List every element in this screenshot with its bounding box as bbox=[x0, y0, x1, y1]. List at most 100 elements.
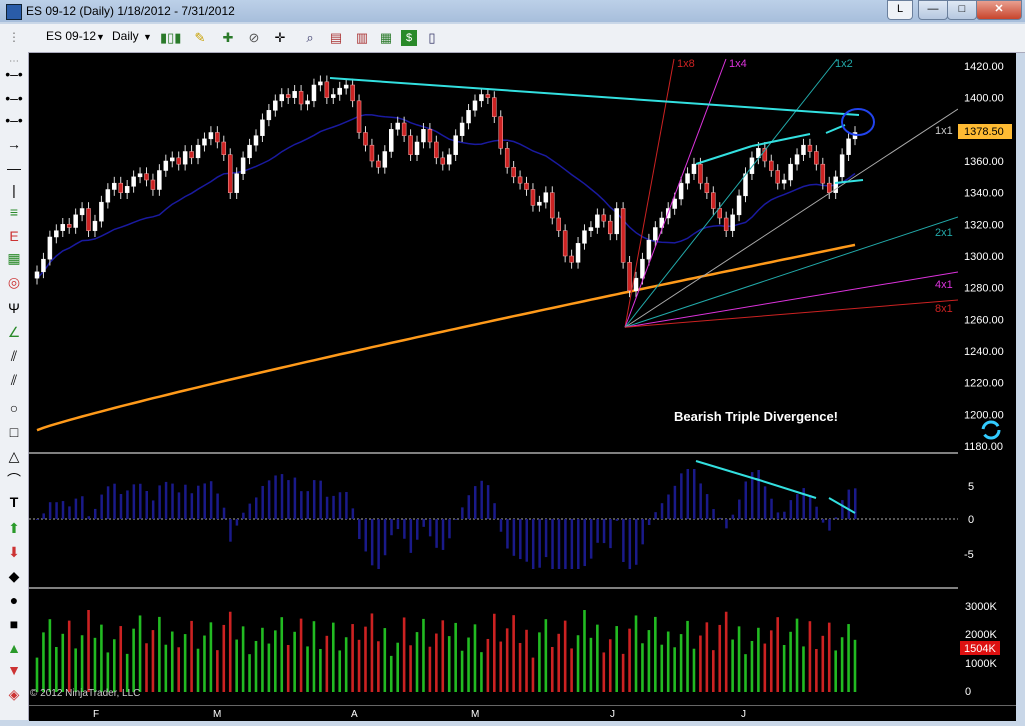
arrow-up-icon[interactable]: ⬆ bbox=[4, 518, 24, 538]
volume-bar bbox=[576, 635, 580, 692]
chart-panel[interactable]: 1x8 1x4 1x2 1x1 2x1 4x1 8x1 Bearish Trip… bbox=[29, 53, 959, 705]
chevron-down-icon[interactable]: ▼ bbox=[143, 32, 152, 42]
line-icon[interactable]: •–• bbox=[4, 88, 24, 108]
arrow-down-icon[interactable]: ⬇ bbox=[4, 542, 24, 562]
volume-bar bbox=[724, 611, 728, 692]
oscillator-bar bbox=[332, 495, 335, 519]
triangle-up-icon[interactable]: ▲ bbox=[4, 638, 24, 658]
vol-label-0: 0 bbox=[965, 686, 971, 698]
dot-icon[interactable]: ● bbox=[4, 590, 24, 610]
instrument-selector[interactable]: ES 09-12 bbox=[46, 29, 96, 43]
price-axis[interactable]: 1420.001400.001380.001360.001340.001320.… bbox=[958, 53, 1016, 705]
chevron-down-icon[interactable]: ▼ bbox=[96, 32, 105, 42]
candle bbox=[781, 173, 787, 190]
oscillator-bar bbox=[448, 519, 451, 539]
maximize-button[interactable]: □ bbox=[947, 0, 977, 20]
oscillator-bar bbox=[293, 477, 297, 519]
oscillator-bar bbox=[203, 483, 206, 519]
volume-bar bbox=[164, 644, 168, 692]
gann-fan-line bbox=[624, 299, 959, 328]
volume-bar bbox=[486, 638, 490, 692]
candle bbox=[440, 151, 446, 171]
time-axis[interactable]: F M A M J J bbox=[29, 705, 1016, 721]
volume-bar bbox=[351, 624, 354, 692]
volume-bar bbox=[673, 647, 676, 692]
triangle-down-icon[interactable]: ▼ bbox=[4, 660, 24, 680]
candle bbox=[485, 88, 491, 104]
oscillator-bar bbox=[680, 473, 683, 519]
oscillator-bar bbox=[596, 519, 599, 543]
candle bbox=[807, 138, 813, 158]
price-chart[interactable]: 1x8 1x4 1x2 1x1 2x1 4x1 8x1 Bearish Trip… bbox=[29, 53, 959, 705]
oscillator-bar bbox=[441, 519, 445, 550]
period-selector[interactable]: Daily bbox=[112, 29, 139, 43]
candle bbox=[595, 208, 600, 234]
candle bbox=[118, 176, 123, 199]
volume-bar bbox=[531, 657, 535, 692]
chart-trader-icon[interactable]: ▦ bbox=[378, 30, 394, 46]
bar-type-icon[interactable]: ▮▯▮ bbox=[160, 30, 181, 46]
zoom-out-icon[interactable]: ⊘ bbox=[246, 30, 262, 46]
candle bbox=[105, 183, 111, 209]
vertical-line-icon[interactable]: | bbox=[4, 180, 24, 200]
gann-fan-icon[interactable]: ∠ bbox=[4, 322, 24, 342]
triangle-icon[interactable]: △ bbox=[4, 446, 24, 466]
sma-long-line bbox=[36, 243, 856, 432]
candle bbox=[627, 256, 632, 298]
properties-icon[interactable]: ⌕ bbox=[302, 30, 318, 46]
remove-drawings-icon[interactable]: ◈ bbox=[4, 684, 24, 704]
volume-bar bbox=[544, 619, 548, 692]
volume-bar bbox=[467, 637, 470, 692]
fibonacci-extension-icon[interactable]: E bbox=[4, 226, 24, 246]
volume-bar bbox=[338, 650, 342, 692]
oscillator-bar bbox=[577, 519, 580, 569]
oscillator-bar bbox=[158, 485, 161, 519]
volume-bar bbox=[583, 610, 586, 692]
regression-channel-icon[interactable]: ⫽ bbox=[4, 346, 24, 366]
candle bbox=[266, 104, 272, 127]
oscillator-bar bbox=[132, 484, 136, 519]
horizontal-line-icon[interactable]: •–• bbox=[4, 64, 24, 84]
strategies-icon[interactable]: ▥ bbox=[354, 30, 370, 46]
ellipse-icon[interactable]: ○ bbox=[4, 398, 24, 418]
oscillator-bar bbox=[493, 503, 496, 519]
trend-channel-icon[interactable]: ⫽ bbox=[4, 370, 24, 390]
fibonacci-retracement-icon[interactable]: ≡ bbox=[4, 202, 24, 222]
rectangle-icon[interactable]: □ bbox=[4, 422, 24, 442]
close-button[interactable]: ✕ bbox=[976, 0, 1022, 20]
ray-icon[interactable]: •–• bbox=[4, 110, 24, 130]
square-icon[interactable]: ■ bbox=[4, 614, 24, 634]
candle bbox=[376, 154, 381, 174]
oscillator-bar bbox=[377, 519, 380, 569]
oscillator-bar bbox=[828, 519, 831, 531]
extended-line-icon[interactable]: — bbox=[4, 158, 24, 178]
arrow-line-icon[interactable]: → bbox=[4, 134, 24, 154]
oscillator-bar bbox=[609, 519, 612, 549]
volume-bar bbox=[325, 635, 329, 692]
pencil-icon[interactable]: ✎ bbox=[192, 30, 208, 46]
fibonacci-circle-icon[interactable]: ◎ bbox=[4, 272, 24, 292]
arc-icon[interactable]: ⌒ bbox=[4, 470, 24, 490]
dollar-icon[interactable]: $ bbox=[401, 30, 417, 46]
data-box-icon[interactable]: ▯ bbox=[424, 30, 440, 46]
candle bbox=[137, 167, 143, 184]
text-icon[interactable]: T bbox=[4, 492, 24, 512]
volume-bar bbox=[518, 642, 522, 692]
minimize-button[interactable]: — bbox=[918, 0, 948, 20]
oscillator-bar bbox=[287, 480, 290, 519]
volume-bar bbox=[782, 644, 786, 692]
oscillator-bar bbox=[151, 500, 155, 519]
link-button[interactable]: L bbox=[887, 0, 913, 20]
oscillator-bar bbox=[531, 519, 535, 569]
diamond-icon[interactable]: ◆ bbox=[4, 566, 24, 586]
oscillator-bar bbox=[396, 519, 400, 530]
indicators-icon[interactable]: ▤ bbox=[328, 30, 344, 46]
volume-bar bbox=[699, 635, 702, 692]
andrews-pitchfork-icon[interactable]: Ψ bbox=[4, 298, 24, 318]
oscillator-bar bbox=[551, 519, 554, 569]
fibonacci-time-icon[interactable]: ▦ bbox=[4, 248, 24, 268]
oscillator-bar bbox=[731, 514, 735, 519]
zoom-in-icon[interactable]: ✚ bbox=[220, 30, 236, 46]
crosshair-icon[interactable]: ✛ bbox=[272, 30, 288, 46]
candle bbox=[170, 151, 175, 168]
